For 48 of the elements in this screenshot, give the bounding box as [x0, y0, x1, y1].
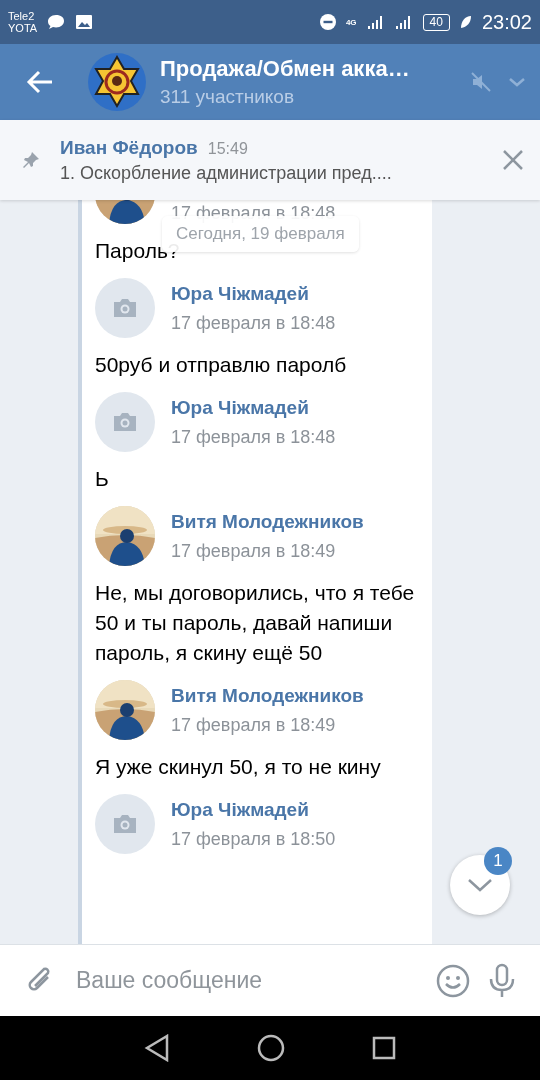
message-text: 50руб и отправлю паролб: [95, 352, 348, 378]
image-icon: [75, 14, 94, 30]
message-text: Ь: [95, 466, 110, 492]
signal-icon: [366, 14, 385, 30]
author-name[interactable]: Юра Чiжмадей: [171, 396, 336, 419]
smiley-icon[interactable]: [436, 963, 470, 998]
pinned-author: Иван Фёдоров: [60, 136, 198, 159]
chat-bubble-icon: [47, 14, 66, 30]
pinned-message-text: 1. Оскорбление администрации пред....: [60, 162, 393, 184]
author-name[interactable]: Юра Чiжмадей: [171, 798, 336, 821]
home-circle-icon[interactable]: [257, 1034, 285, 1062]
avatar[interactable]: [95, 680, 155, 740]
do-not-disturb-icon: [319, 14, 336, 30]
message-input[interactable]: Ваше сообщение: [74, 966, 418, 995]
pin-icon: [22, 151, 40, 169]
avatar[interactable]: [95, 506, 155, 566]
recents-square-icon[interactable]: [372, 1036, 397, 1060]
carrier-name: Tele2: [8, 10, 36, 22]
camera-icon: [112, 298, 138, 318]
message-text: Я уже скинул 50, я то не кину: [95, 754, 382, 780]
author-name[interactable]: Витя Молодежников: [171, 510, 364, 533]
close-icon[interactable]: [502, 149, 524, 171]
author-name[interactable]: Юра Чiжмадей: [171, 282, 336, 305]
back-arrow-icon[interactable]: [26, 70, 54, 94]
chat-title: Продажа/Обмен акка…: [160, 56, 411, 82]
author-name[interactable]: Витя Молодежников: [171, 684, 364, 707]
camera-icon: [112, 412, 138, 432]
message-date: 17 февраля в 18:48: [171, 426, 336, 448]
leaf-icon: [459, 15, 472, 29]
clock: 23:02: [481, 10, 532, 34]
battery-level: 40: [422, 13, 450, 31]
unread-badge: 1: [484, 847, 512, 875]
message-date: 17 февраля в 18:49: [171, 714, 337, 736]
member-count: 311 участников: [160, 86, 296, 108]
pinned-time: 15:49: [207, 139, 248, 158]
message-text: Не, мы договорились, что я тебе 50 и ты пароль, давай напиши пароль, я скину ещё 50: [95, 580, 416, 666]
network-type: 4G: [345, 17, 357, 27]
message-date: 17 февраля в 18:48: [171, 312, 336, 334]
back-triangle-icon[interactable]: [143, 1034, 170, 1062]
carrier-name: YOTA: [8, 22, 38, 34]
group-avatar-icon[interactable]: [88, 53, 146, 111]
message-date: 17 февраля в 18:49: [171, 540, 337, 562]
microphone-icon[interactable]: [488, 962, 516, 999]
message-date: 17 февраля в 18:50: [171, 828, 336, 850]
signal-icon: [394, 14, 413, 30]
chevron-down-icon: [467, 878, 493, 892]
camera-icon: [112, 814, 138, 834]
message-composer[interactable]: Ваше сообщение: [0, 944, 540, 1016]
